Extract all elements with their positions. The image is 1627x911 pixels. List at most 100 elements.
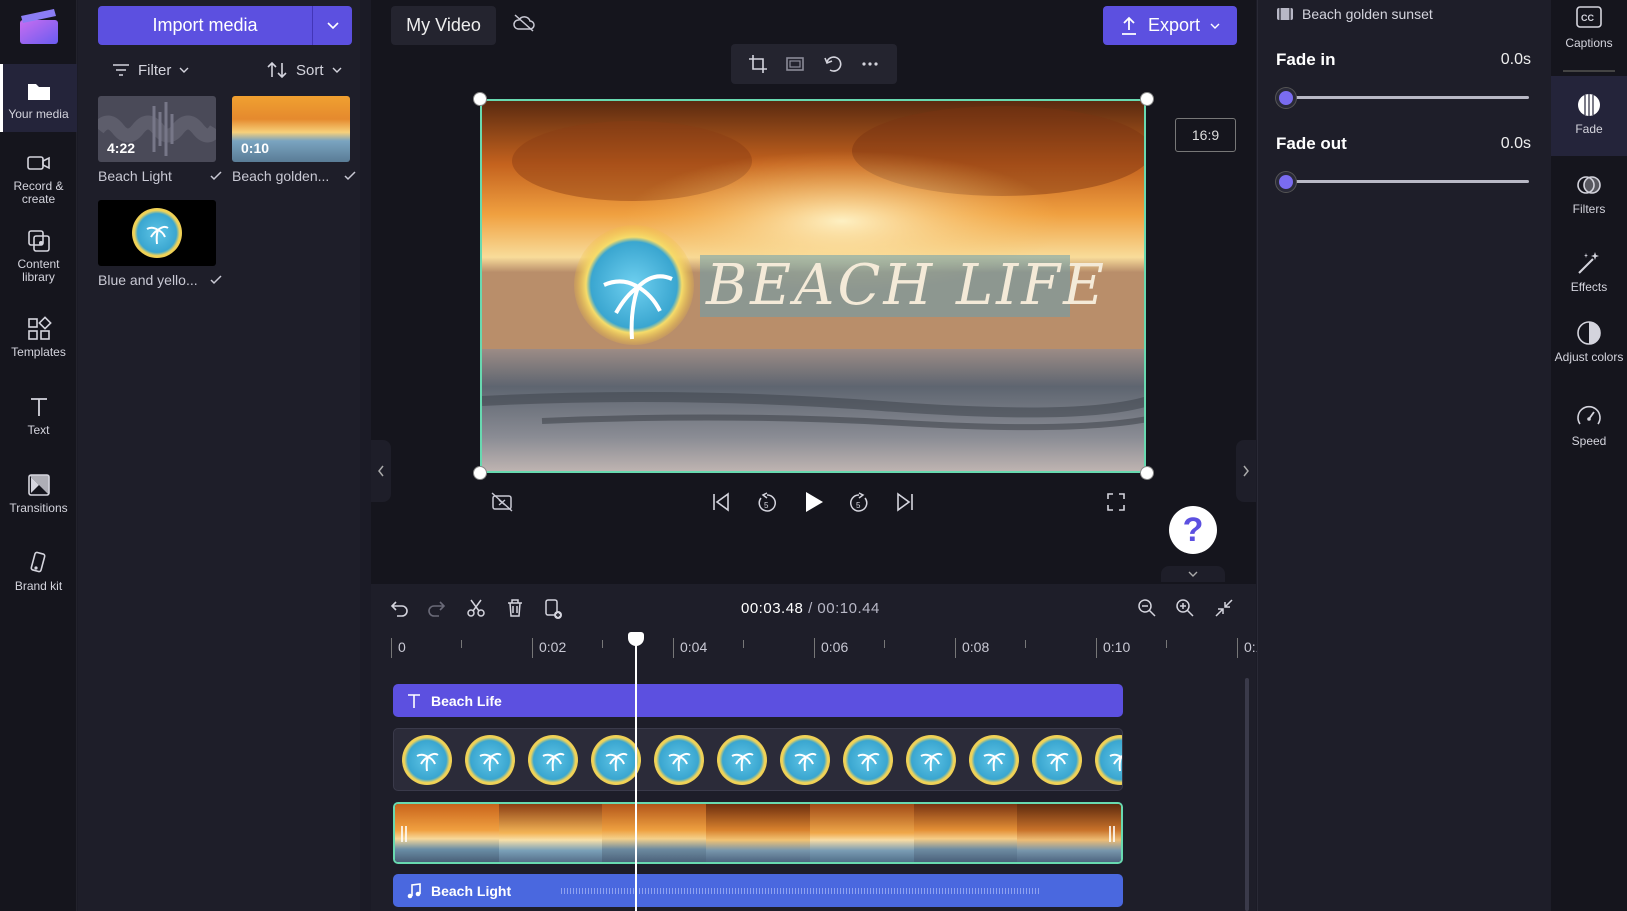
media-thumbnail-beach-golden-sunset[interactable]: 0:10 [232,96,350,162]
duration-badge: 0:10 [241,140,270,156]
nav-label: Content library [17,257,60,284]
skip-back-icon[interactable] [711,492,731,512]
project-title[interactable]: My Video [391,6,496,45]
export-label: Export [1147,15,1201,35]
nav-your-media[interactable]: Your media [0,64,77,132]
palm-logo-frame [654,734,704,785]
media-thumbnail-beach-light[interactable]: 4:22 [98,96,216,162]
trim-handle-left[interactable] [401,826,407,842]
folder-icon [26,78,52,104]
playhead-line [635,634,637,911]
fit-timeline-icon[interactable] [1214,598,1234,618]
forward-5s-icon[interactable]: 5 [848,492,870,514]
slider-thumb[interactable] [1276,172,1296,192]
nav-label: Transitions [9,501,68,515]
video-preview-canvas[interactable]: BEACH LIFE [480,99,1146,473]
chevron-down-icon [332,67,342,73]
import-options-button[interactable] [312,6,352,45]
more-options-icon[interactable] [860,54,880,74]
collapse-right-panel-button[interactable] [1236,440,1256,502]
nav-brand-kit[interactable]: Brand kit [0,550,77,593]
tool-speed[interactable]: Speed [1551,404,1627,448]
cloud-offline-icon[interactable] [513,14,535,32]
aspect-ratio-button[interactable]: 16:9 [1175,118,1236,152]
text-icon [26,394,52,420]
tool-adjust-colors[interactable]: Adjust colors [1551,320,1627,364]
timeline-toggle-button[interactable] [1161,566,1225,582]
rewind-5s-icon[interactable]: 5 [756,492,778,514]
resize-handle-bottom-left[interactable] [473,466,487,480]
slider-thumb[interactable] [1276,88,1296,108]
resize-handle-top-left[interactable] [473,92,487,106]
duplicate-icon[interactable] [543,598,563,620]
sort-icon [266,61,288,79]
nav-text[interactable]: Text [0,394,77,437]
audio-clip-label: Beach Light [431,882,512,899]
filter-button[interactable]: Filter [112,58,189,82]
trim-handle-right[interactable] [1109,826,1115,842]
selected-clip-header: Beach golden sunset [1276,6,1433,22]
fit-icon[interactable] [785,54,805,74]
transitions-icon [26,472,52,498]
total-time: 00:10.44 [817,600,880,617]
crop-icon[interactable] [748,54,768,74]
nav-record-create[interactable]: Record & create [0,150,77,206]
sort-button[interactable]: Sort [266,58,342,82]
video-track-clip[interactable] [393,802,1123,864]
fade-out-slider[interactable] [1276,171,1529,193]
nav-transitions[interactable]: Transitions [0,472,77,515]
resize-handle-bottom-right[interactable] [1140,466,1154,480]
chevron-down-icon [326,21,339,30]
timeline-scrollbar[interactable] [1245,678,1249,911]
text-clip-label: Beach Life [431,692,502,709]
media-name: Blue and yello... [98,272,198,288]
chevron-right-icon [1242,465,1250,477]
zoom-out-icon[interactable] [1137,598,1157,618]
tool-effects[interactable]: Effects [1551,250,1627,294]
export-button[interactable]: Export [1103,6,1237,45]
svg-text:CC: CC [1581,13,1594,23]
right-toolbar: CC Captions Fade Filters Effects Adjust … [1551,0,1627,911]
tool-captions[interactable]: CC Captions [1551,6,1627,50]
redo-icon[interactable] [427,598,447,618]
fade-out-label: Fade out [1276,134,1347,153]
help-button[interactable]: ? [1169,506,1217,554]
logo-overlay-track-clip[interactable] [393,728,1123,791]
slider-rail [1284,96,1529,99]
import-media-button[interactable]: Import media [98,6,312,45]
audio-waveform [561,887,1042,894]
nav-content-library[interactable]: Content library [0,228,77,284]
resize-handle-top-right[interactable] [1140,92,1154,106]
ruler-label: 0:02 [532,638,566,658]
video-frame [395,804,499,862]
palm-logo-frame [717,734,767,785]
media-name: Beach Light [98,168,172,184]
ruler-tick [602,640,603,648]
audio-track-clip[interactable]: Beach Light [393,874,1123,907]
ruler-label: 0 [391,638,406,658]
split-scissors-icon[interactable] [466,598,486,618]
play-icon[interactable] [803,490,825,514]
fullscreen-icon[interactable] [1106,492,1126,512]
rotate-icon[interactable] [823,54,843,74]
nav-templates[interactable]: Templates [0,316,77,359]
text-track-clip[interactable]: Beach Life [393,684,1123,717]
nav-label: Templates [11,345,66,359]
tool-fade[interactable]: Fade [1551,76,1627,156]
timeline-ruler[interactable]: 0 0:02 0:04 0:06 0:08 0:10 0:1 [391,634,1263,664]
tool-filters[interactable]: Filters [1551,172,1627,216]
zoom-in-icon[interactable] [1175,598,1195,618]
hide-preview-icon[interactable] [491,492,513,512]
skip-forward-icon[interactable] [895,492,915,512]
app-logo[interactable] [18,6,60,46]
checkmark-icon [210,275,222,285]
palm-logo-frame [906,734,956,785]
palm-logo-frame [402,734,452,785]
media-thumbnail-logo[interactable] [98,200,216,266]
delete-icon[interactable] [505,598,525,618]
collapse-left-panel-button[interactable] [371,440,391,502]
undo-icon[interactable] [389,598,409,618]
fade-in-slider[interactable] [1276,87,1529,109]
filter-icon [112,63,130,77]
ruler-tick [884,640,885,648]
